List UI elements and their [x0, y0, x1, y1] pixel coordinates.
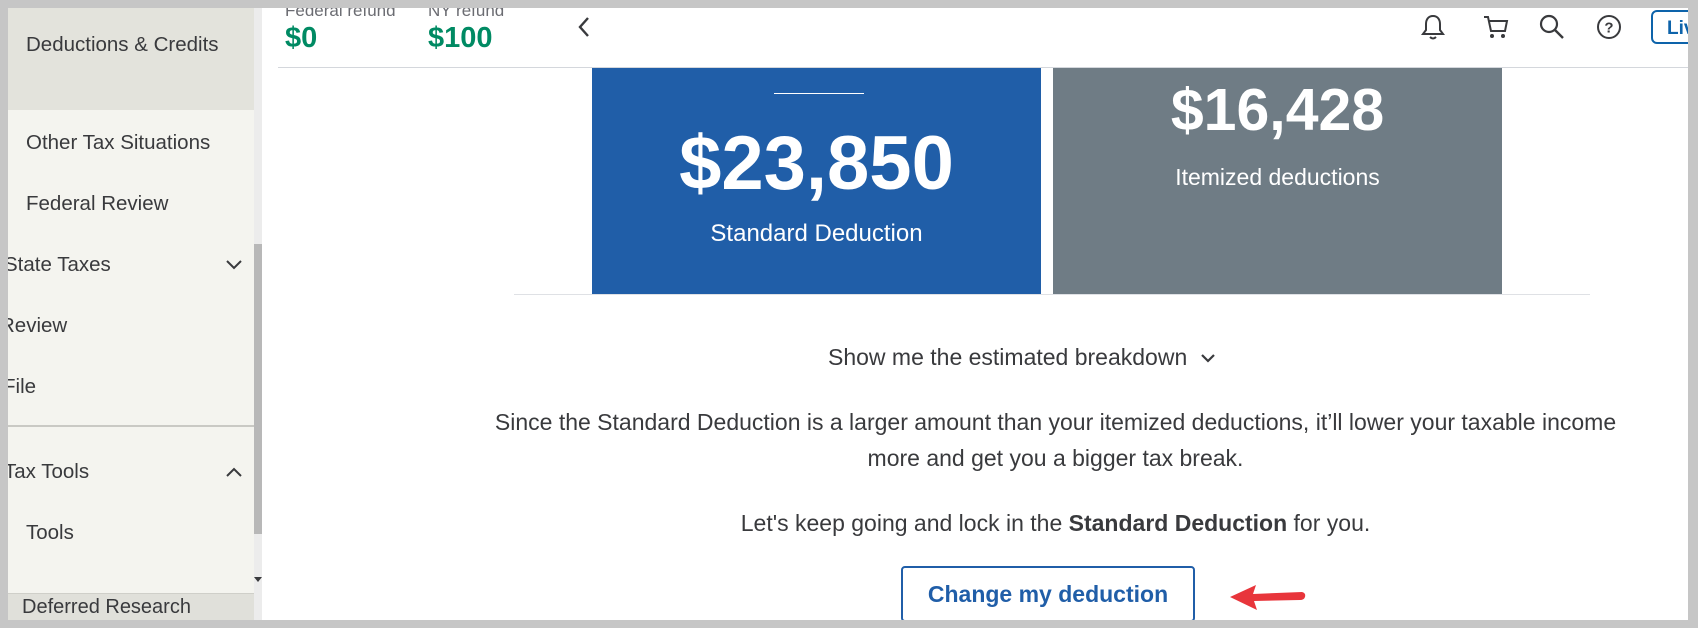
- sidebar-item-label: File: [8, 375, 37, 398]
- search-icon[interactable]: [1536, 10, 1568, 44]
- live-help-label: Live: [1667, 18, 1688, 39]
- standard-deduction-card: $23,850 Standard Deduction: [592, 68, 1041, 294]
- sidebar-item-label: Federal Review: [26, 192, 169, 215]
- sidebar-item-deductions-credits[interactable]: Deductions & Credits: [8, 8, 262, 110]
- sidebar-item-label: Review: [8, 314, 68, 337]
- sidebar-item-label: Tools: [26, 521, 74, 544]
- itemized-deduction-card: $16,428 Itemized deductions: [1053, 68, 1502, 294]
- sidebar-item-tools[interactable]: Tools: [8, 508, 262, 558]
- lock-in-message: Let's keep going and lock in the Standar…: [433, 510, 1678, 537]
- sidebar-scrollbar-thumb[interactable]: [254, 244, 262, 534]
- standard-deduction-label: Standard Deduction: [710, 220, 923, 247]
- chevron-up-icon[interactable]: [224, 464, 244, 480]
- sidebar-divider: [8, 425, 262, 427]
- sidebar-item-label: Deductions & Credits: [26, 33, 219, 56]
- state-refund-label: NY refund: [428, 8, 505, 20]
- estimated-breakdown-toggle[interactable]: Show me the estimated breakdown: [828, 344, 1217, 371]
- federal-refund-value[interactable]: $0: [285, 22, 317, 55]
- svg-text:?: ?: [1604, 20, 1613, 37]
- explanation-line-2: more and get you a bigger tax break.: [867, 445, 1244, 471]
- lock-in-emphasis: Standard Deduction: [1068, 510, 1288, 536]
- bell-icon[interactable]: [1417, 10, 1449, 44]
- itemized-deduction-amount: $16,428: [1170, 77, 1385, 143]
- federal-refund-label: Federal refund: [285, 8, 396, 20]
- explanation-paragraph: Since the Standard Deduction is a larger…: [433, 404, 1678, 476]
- itemized-deduction-label: Itemized deductions: [1175, 164, 1380, 190]
- back-chevron-icon[interactable]: [568, 10, 600, 44]
- sidebar-bottom-label: Deferred Research: [22, 596, 191, 618]
- lock-in-prefix: Let's keep going and lock in the: [740, 510, 1069, 536]
- card-rule: [774, 93, 864, 94]
- sidebar-item-tax-tools[interactable]: Tax Tools: [8, 447, 262, 497]
- top-header: Federal refund $0 NY refund $100 ? Live: [278, 8, 1688, 68]
- sidebar-item-review[interactable]: Review: [8, 301, 262, 351]
- help-icon[interactable]: ?: [1593, 10, 1625, 44]
- sidebar-item-federal-review[interactable]: Federal Review: [8, 179, 262, 229]
- sidebar-item-state-taxes[interactable]: State Taxes: [8, 240, 262, 290]
- sidebar-item-other-tax-situations[interactable]: Other Tax Situations: [8, 118, 262, 168]
- explanation-line-1: Since the Standard Deduction is a larger…: [494, 409, 1617, 435]
- scroll-down-arrow-icon[interactable]: [253, 576, 262, 584]
- sidebar-item-label: State Taxes: [8, 253, 111, 276]
- lock-in-suffix: for you.: [1287, 510, 1371, 536]
- sidebar-item-file[interactable]: File: [8, 362, 262, 412]
- annotation-arrow-icon: [1230, 585, 1306, 610]
- breakdown-label: Show me the estimated breakdown: [828, 344, 1188, 370]
- sidebar-bottom-item[interactable]: Deferred Research: [8, 593, 254, 620]
- state-refund-value[interactable]: $100: [428, 22, 493, 55]
- live-help-button[interactable]: Live: [1651, 10, 1688, 44]
- standard-deduction-amount: $23,850: [679, 121, 954, 206]
- sidebar: Deductions & Credits Other Tax Situation…: [8, 8, 262, 620]
- chevron-down-icon[interactable]: [224, 257, 244, 273]
- chevron-down-icon: [1201, 353, 1216, 363]
- app-frame: Deductions & Credits Other Tax Situation…: [8, 8, 1688, 620]
- sidebar-item-label: Other Tax Situations: [26, 131, 211, 154]
- cards-baseline-rule: [514, 294, 1590, 295]
- change-my-deduction-button[interactable]: Change my deduction: [901, 566, 1195, 620]
- cart-icon[interactable]: [1480, 10, 1512, 44]
- sidebar-item-label: Tax Tools: [8, 460, 90, 483]
